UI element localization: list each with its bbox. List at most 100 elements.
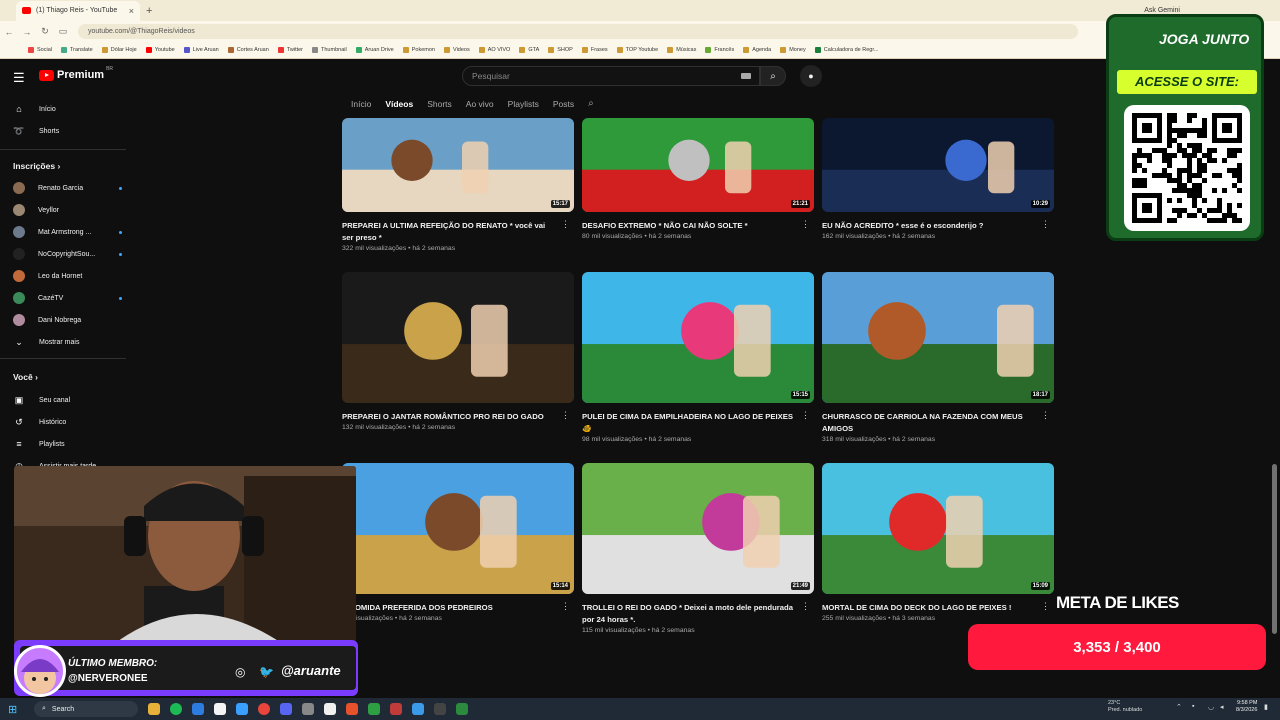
video-thumbnail[interactable] xyxy=(342,272,574,403)
more-options-icon[interactable]: ⋮ xyxy=(561,601,570,612)
video-title[interactable]: PREPAREI A ULTIMA REFEIÇÃO DO RENATO * v… xyxy=(342,220,556,244)
bookmark-item[interactable]: Francês xyxy=(705,47,734,53)
menu-icon[interactable]: ☰ xyxy=(13,70,25,86)
keyboard-icon[interactable] xyxy=(741,73,751,79)
ask-gemini-button[interactable]: Ask Gemini xyxy=(1144,7,1180,14)
channel-tab[interactable]: Início xyxy=(351,99,371,109)
subscriptions-header[interactable]: Inscrições › xyxy=(13,161,60,171)
bookmark-item[interactable]: AO VIVO xyxy=(478,47,510,53)
bookmark-item[interactable]: GTA xyxy=(519,47,539,53)
chrome-icon[interactable] xyxy=(258,703,270,715)
app-icon[interactable] xyxy=(324,703,336,715)
more-options-icon[interactable]: ⋮ xyxy=(801,601,810,612)
tab-search-icon[interactable]: ▭ xyxy=(54,26,72,37)
app-icon[interactable] xyxy=(346,703,358,715)
file-explorer-icon[interactable] xyxy=(148,703,160,715)
video-card[interactable]: 15:15 PULEI DE CIMA DA EMPILHADEIRA NO LA… xyxy=(582,272,814,443)
bookmark-item[interactable]: TOP Youtube xyxy=(616,47,658,53)
video-thumbnail[interactable]: 15:14 xyxy=(342,463,574,594)
bookmark-item[interactable]: Money xyxy=(780,47,806,53)
new-tab-button[interactable]: + xyxy=(146,5,152,17)
tray-app-icon[interactable]: ▪ xyxy=(1192,703,1194,710)
taskbar-search[interactable]: ⌕ Search xyxy=(34,701,138,717)
reload-icon[interactable]: ↻ xyxy=(36,26,54,37)
youtube-premium-logo[interactable]: Premium BR xyxy=(39,66,113,81)
subscription-item[interactable]: NoCopyrightSou... xyxy=(12,247,122,261)
sidebar-item-home[interactable]: ⌂ Início xyxy=(12,102,122,116)
more-options-icon[interactable]: ⋮ xyxy=(1041,410,1050,421)
back-icon[interactable]: ← xyxy=(0,27,18,37)
video-title[interactable]: PREPAREI O JANTAR ROMÂNTICO PRO REI DO G… xyxy=(342,411,556,423)
bookmark-item[interactable]: SHOP xyxy=(548,47,573,53)
video-thumbnail[interactable]: 15:15 xyxy=(582,272,814,403)
bookmark-item[interactable]: Cortes Aruan xyxy=(227,47,269,53)
sidebar-item-your-channel[interactable]: ▣ Seu canal xyxy=(12,393,122,407)
windows-start-icon[interactable]: ⊞ xyxy=(8,703,28,716)
channel-tab[interactable]: Vídeos xyxy=(385,99,413,109)
video-card[interactable]: 21:21 DESAFIO EXTREMO * NÃO CAI NÃO SOLTE… xyxy=(582,118,814,240)
subscription-item[interactable]: Renato Garcia xyxy=(12,181,122,195)
app-icon[interactable] xyxy=(412,703,424,715)
subscription-item[interactable]: Dani Nobrega xyxy=(12,313,122,327)
sidebar-item-shorts[interactable]: ➰ Shorts xyxy=(12,124,122,138)
subscription-item[interactable]: Veyllor xyxy=(12,203,122,217)
video-card[interactable]: 15:14 A COMIDA PREFERIDA DOS PEDREIROS mil… xyxy=(342,463,574,622)
video-thumbnail[interactable]: 10:29 xyxy=(822,118,1054,212)
video-thumbnail[interactable]: 18:17 xyxy=(822,272,1054,403)
bookmark-item[interactable]: Social xyxy=(28,47,52,53)
discord-icon[interactable] xyxy=(280,703,292,715)
more-options-icon[interactable]: ⋮ xyxy=(801,410,810,421)
bookmark-item[interactable]: Frases xyxy=(581,47,608,53)
tray-chevron-icon[interactable]: ⌃ xyxy=(1176,703,1182,711)
more-options-icon[interactable]: ⋮ xyxy=(561,410,570,421)
url-field[interactable]: youtube.com/@ThiagoReis/videos xyxy=(78,24,1078,39)
bookmark-item[interactable]: Aruan Drive xyxy=(355,47,394,53)
more-options-icon[interactable]: ⋮ xyxy=(1041,219,1050,230)
bookmark-item[interactable]: Dólar Hoje xyxy=(101,47,137,53)
video-card[interactable]: 15:17 PREPAREI A ULTIMA REFEIÇÃO DO RENAT… xyxy=(342,118,574,252)
more-options-icon[interactable]: ⋮ xyxy=(801,219,810,230)
video-card[interactable]: 21:49 TROLLEI O REI DO GADO * Deixei a mo… xyxy=(582,463,814,634)
show-more-button[interactable]: ⌄ Mostrar mais xyxy=(12,335,122,349)
bookmark-item[interactable]: Translate xyxy=(60,47,93,53)
bookmark-item[interactable]: Pokemon xyxy=(402,47,435,53)
video-card[interactable]: PREPAREI O JANTAR ROMÂNTICO PRO REI DO G… xyxy=(342,272,574,431)
video-card[interactable]: 18:17 CHURRASCO DE CARRIOLA NA FAZENDA CO… xyxy=(822,272,1054,443)
video-thumbnail[interactable]: 21:21 xyxy=(582,118,814,212)
video-thumbnail[interactable]: 21:49 xyxy=(582,463,814,594)
bookmark-item[interactable]: Músicas xyxy=(667,47,696,53)
subscription-item[interactable]: CazéTV xyxy=(12,291,122,305)
video-title[interactable]: PULEI DE CIMA DA EMPILHADEIRA NO LAGO DE… xyxy=(582,411,796,435)
tab-close-icon[interactable]: × xyxy=(129,6,134,16)
terminal-icon[interactable] xyxy=(434,703,446,715)
app-icon[interactable] xyxy=(214,703,226,715)
you-header[interactable]: Você › xyxy=(13,372,38,382)
app-icon[interactable] xyxy=(192,703,204,715)
app-icon[interactable] xyxy=(236,703,248,715)
bookmark-item[interactable]: Videos xyxy=(444,47,470,53)
volume-icon[interactable]: ◂ xyxy=(1220,703,1224,711)
channel-tab[interactable]: Ao vivo xyxy=(466,99,494,109)
bookmark-item[interactable]: Youtube xyxy=(145,47,175,53)
bookmark-item[interactable]: Calculadora de Regr... xyxy=(814,47,878,53)
forward-icon[interactable]: → xyxy=(18,27,36,37)
bookmark-item[interactable]: Live Aruan xyxy=(183,47,219,53)
video-thumbnail[interactable]: 15:17 xyxy=(342,118,574,212)
video-thumbnail[interactable]: 15:09 xyxy=(822,463,1054,594)
search-button[interactable]: ⌕ xyxy=(760,66,786,86)
subscription-item[interactable]: Mat Armstrong ... xyxy=(12,225,122,239)
bookmark-item[interactable]: Twitter xyxy=(277,47,303,53)
taskbar-clock[interactable]: 9:58 PM 8/3/2026 xyxy=(1236,700,1257,714)
channel-tab[interactable]: Posts xyxy=(553,99,574,109)
search-input[interactable]: Pesquisar xyxy=(462,66,760,86)
app-icon[interactable] xyxy=(390,703,402,715)
app-icon[interactable] xyxy=(302,703,314,715)
video-title[interactable]: MORTAL DE CIMA DO DECK DO LAGO DE PEIXES… xyxy=(822,602,1036,614)
more-options-icon[interactable]: ⋮ xyxy=(561,219,570,230)
bookmark-item[interactable]: Agenda xyxy=(743,47,771,53)
video-title[interactable]: A COMIDA PREFERIDA DOS PEDREIROS xyxy=(342,602,556,614)
video-card[interactable]: 15:09 MORTAL DE CIMA DO DECK DO LAGO DE P… xyxy=(822,463,1054,622)
more-options-icon[interactable]: ⋮ xyxy=(1041,601,1050,612)
browser-tab[interactable]: (1) Thiago Reis - YouTube × xyxy=(16,0,140,21)
video-title[interactable]: TROLLEI O REI DO GADO * Deixei a moto de… xyxy=(582,602,796,626)
